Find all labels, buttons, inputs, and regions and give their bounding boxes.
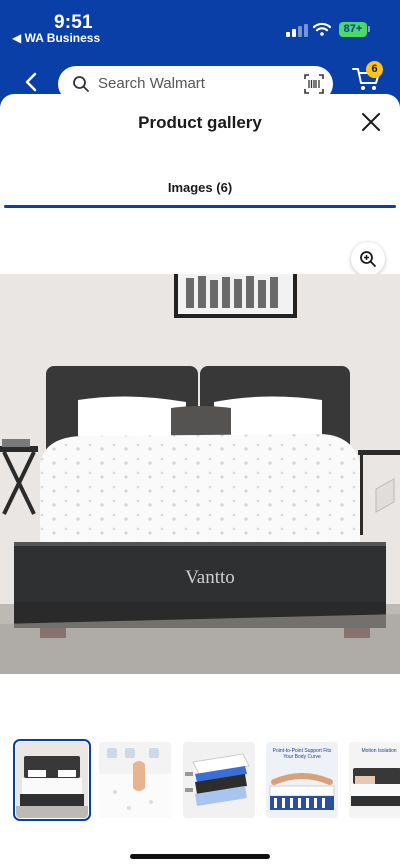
cellular-signal-icon	[286, 24, 308, 37]
thumbnail-5[interactable]: Motion Isolation	[349, 742, 400, 818]
tab-active-indicator	[4, 205, 396, 208]
battery-indicator: 87+	[339, 22, 367, 37]
thumbnail-layers-image	[183, 742, 255, 818]
mattress-illustration: Vantto	[0, 274, 400, 674]
thumbnail-3[interactable]	[183, 742, 255, 818]
svg-text:Motion Isolation: Motion Isolation	[361, 748, 396, 754]
thumbnail-motion-image: Motion Isolation	[349, 742, 400, 818]
thumbnail-support-image: Point-to-Point Support Fits Your Body Cu…	[266, 742, 338, 818]
chevron-left-icon[interactable]	[22, 72, 42, 92]
status-bar: 9:51 ◀ WA Business 87+	[0, 0, 400, 48]
product-gallery-sheet: Product gallery Images (6) Vantto Point-…	[0, 94, 400, 867]
zoom-in-icon	[360, 251, 376, 267]
thumbnail-bed-image	[16, 742, 88, 818]
search-placeholder: Search Walmart	[98, 75, 205, 92]
home-indicator	[130, 854, 270, 859]
thumbnail-4[interactable]: Point-to-Point Support Fits Your Body Cu…	[266, 742, 338, 818]
zoom-in-button[interactable]	[351, 242, 385, 276]
wifi-icon	[313, 22, 331, 36]
main-product-image[interactable]: Vantto	[0, 274, 400, 674]
thumbnail-foam-image	[99, 742, 171, 818]
svg-text:Your Body Curve: Your Body Curve	[283, 754, 321, 760]
thumbnail-strip: Point-to-Point Support Fits Your Body Cu…	[0, 739, 400, 821]
back-to-app-link[interactable]: ◀ WA Business	[12, 31, 100, 45]
brand-wordmark: Vantto	[185, 567, 235, 588]
close-icon[interactable]	[360, 111, 382, 133]
sheet-title: Product gallery	[138, 113, 262, 132]
thumbnail-2[interactable]	[99, 742, 171, 818]
cart-count-badge: 6	[366, 61, 383, 78]
search-icon	[73, 76, 89, 92]
tab-images[interactable]: Images (6)	[0, 180, 400, 195]
barcode-scanner-icon[interactable]	[304, 74, 324, 94]
battery-tip	[368, 26, 370, 32]
thumbnail-1[interactable]	[13, 739, 91, 821]
